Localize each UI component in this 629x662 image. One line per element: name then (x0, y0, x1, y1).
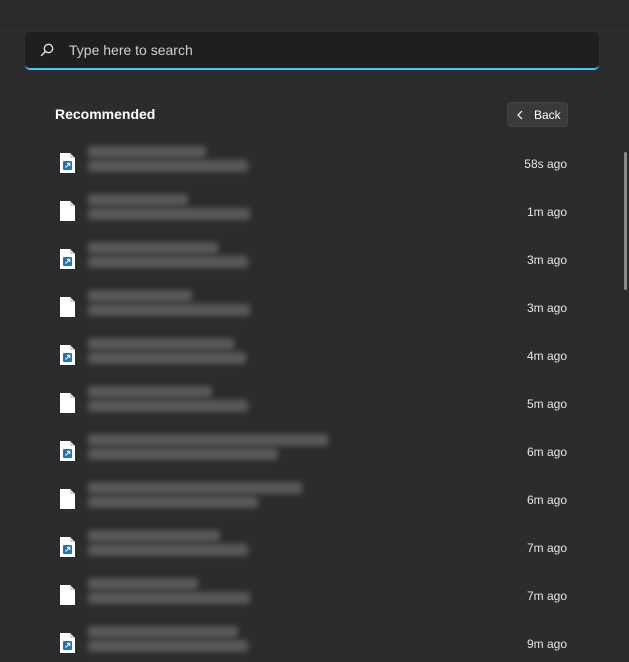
modified-time: 6m ago (526, 493, 567, 507)
document-file-icon (59, 392, 76, 414)
modified-time: 7m ago (526, 541, 567, 555)
modified-time: 3m ago (526, 301, 567, 315)
shortcut-file-icon (59, 248, 76, 270)
modified-time: 58s ago (524, 157, 567, 171)
list-item[interactable]: 58s ago (0, 140, 629, 188)
shortcut-file-icon (59, 536, 76, 558)
search-icon (39, 42, 55, 58)
back-button-label: Back (534, 107, 561, 122)
back-button[interactable]: Back (507, 102, 568, 127)
search-box[interactable] (25, 32, 599, 70)
shortcut-file-icon (59, 632, 76, 654)
list-item[interactable]: 9m ago (0, 620, 629, 662)
modified-time: 7m ago (526, 589, 567, 603)
modified-time: 3m ago (526, 253, 567, 267)
chevron-left-icon (517, 110, 525, 120)
document-file-icon (59, 584, 76, 606)
document-file-icon (59, 296, 76, 318)
list-item[interactable]: 3m ago (0, 284, 629, 332)
list-item[interactable]: 7m ago (0, 524, 629, 572)
shortcut-file-icon (59, 440, 76, 462)
start-search-panel: Recommended Back 58s ago 1m ago 3m ago 3m a… (0, 0, 629, 662)
list-item[interactable]: 7m ago (0, 572, 629, 620)
modified-time: 6m ago (526, 445, 567, 459)
modified-time: 1m ago (526, 205, 567, 219)
list-item[interactable]: 1m ago (0, 188, 629, 236)
document-file-icon (59, 200, 76, 222)
recommended-heading: Recommended (55, 106, 156, 122)
list-item[interactable]: 3m ago (0, 236, 629, 284)
list-item[interactable]: 4m ago (0, 332, 629, 380)
shortcut-file-icon (59, 152, 76, 174)
list-item[interactable]: 6m ago (0, 476, 629, 524)
document-file-icon (59, 488, 76, 510)
list-item[interactable]: 5m ago (0, 380, 629, 428)
search-input[interactable] (67, 41, 551, 59)
modified-time: 9m ago (526, 637, 567, 651)
shortcut-file-icon (59, 344, 76, 366)
modified-time: 5m ago (526, 397, 567, 411)
list-item[interactable]: 6m ago (0, 428, 629, 476)
modified-time: 4m ago (526, 349, 567, 363)
top-strip (0, 0, 629, 28)
recommended-list: 58s ago 1m ago 3m ago 3m ago 4m ago 5m ago 6m … (0, 140, 629, 662)
